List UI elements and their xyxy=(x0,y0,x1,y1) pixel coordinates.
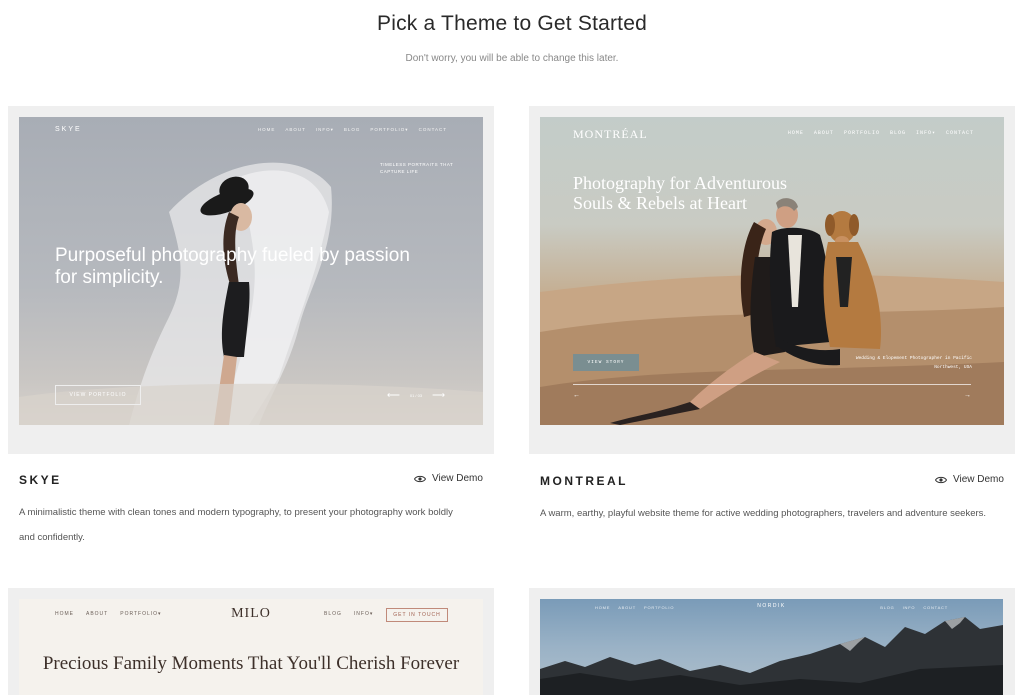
skye-preview-logo: SKYE xyxy=(55,126,82,133)
skye-preview-nav: HOME ABOUT INFO▾ BLOG PORTFOLIO▾ CONTACT xyxy=(258,127,447,133)
nordik-preview-image[interactable]: HOME ABOUT PORTFOLIO NORDIK BLOG INFO CO… xyxy=(540,599,1003,695)
theme-description-montreal: A warm, earthy, playful website theme fo… xyxy=(540,508,987,519)
milo-preview-image[interactable]: HOME ABOUT PORTFOLIO▾ MILO BLOG INFO▾ GE… xyxy=(19,599,483,695)
eye-icon xyxy=(414,475,426,482)
montreal-preview-image[interactable]: MONTRÉAL HOME ABOUT PORTFOLIO BLOG INFO▾… xyxy=(540,117,1004,425)
nav-item: BLOG xyxy=(880,605,895,610)
milo-preview-button: GET IN TOUCH xyxy=(386,608,448,622)
montreal-preview-button: VIEW STORY xyxy=(573,354,639,371)
nav-item: HOME xyxy=(787,130,804,136)
theme-description-skye: A minimalistic theme with clean tones an… xyxy=(19,507,453,543)
skye-preview-tagline: TIMELESS PORTRAITS THAT CAPTURE LIFE xyxy=(380,162,454,174)
skye-preview-pager: 01 / 03 xyxy=(409,392,423,398)
nav-item: CONTACT xyxy=(945,130,974,136)
view-demo-label: View Demo xyxy=(432,473,483,484)
arrow-right-icon: → xyxy=(964,392,971,399)
milo-preview-hero: Precious Family Moments That You'll Cher… xyxy=(42,653,460,674)
montreal-preview-hero: Photography for Adventurous Souls & Rebe… xyxy=(573,173,787,213)
theme-name-montreal: MONTREAL xyxy=(540,474,628,488)
nordik-preview-nav-right: BLOG INFO CONTACT xyxy=(880,605,948,610)
page-subtitle: Don't worry, you will be able to change … xyxy=(405,53,619,64)
view-demo-montreal[interactable]: View Demo xyxy=(935,474,1004,485)
theme-name-skye: SKYE xyxy=(19,473,62,487)
skye-preview-image[interactable]: SKYE HOME ABOUT INFO▾ BLOG PORTFOLIO▾ CO… xyxy=(19,117,483,425)
arrow-left-icon: ⟵ xyxy=(387,389,400,400)
page-title: Pick a Theme to Get Started xyxy=(377,12,647,35)
montreal-preview-nav: HOME ABOUT PORTFOLIO BLOG INFO▾ CONTACT xyxy=(788,130,974,136)
montreal-preview-logo: MONTRÉAL xyxy=(573,127,648,141)
skye-preview-button: VIEW PORTFOLIO xyxy=(55,385,141,405)
nav-item: CONTACT xyxy=(923,605,948,610)
montreal-preview-subtext: Wedding & Elopement Photographer in Paci… xyxy=(855,356,972,370)
view-demo-label: View Demo xyxy=(953,474,1004,485)
nav-item: INFO▾ xyxy=(915,130,936,136)
view-demo-skye[interactable]: View Demo xyxy=(414,473,483,484)
eye-icon xyxy=(935,476,947,483)
divider xyxy=(573,384,971,385)
montreal-couple-illustration xyxy=(540,198,1004,425)
skye-preview-arrows: ⟵ 01 / 03 ⟶ xyxy=(387,390,445,400)
nav-item: INFO▾ xyxy=(315,127,334,132)
nav-item: INFO xyxy=(902,605,916,610)
nav-item: CONTACT xyxy=(418,127,447,132)
nav-item: HOME xyxy=(257,127,276,132)
nav-item: ABOUT xyxy=(813,130,834,136)
nav-item: BLOG xyxy=(889,130,906,136)
nav-item: BLOG xyxy=(324,611,342,617)
arrow-right-icon: ⟶ xyxy=(432,389,445,400)
nav-item: ABOUT xyxy=(285,127,306,132)
nav-item: PORTFOLIO▾ xyxy=(370,127,409,132)
nordik-mountain-illustration xyxy=(540,617,1003,695)
nav-item: PORTFOLIO xyxy=(843,130,880,136)
arrow-left-icon: ← xyxy=(573,392,580,399)
montreal-preview-arrows: ← → xyxy=(573,392,971,399)
skye-preview-hero: Purposeful photography fueled by passion… xyxy=(55,245,410,288)
milo-preview-nav-right: BLOG INFO▾ xyxy=(324,611,373,617)
nav-item: INFO▾ xyxy=(353,611,374,617)
nav-item: BLOG xyxy=(343,127,361,132)
